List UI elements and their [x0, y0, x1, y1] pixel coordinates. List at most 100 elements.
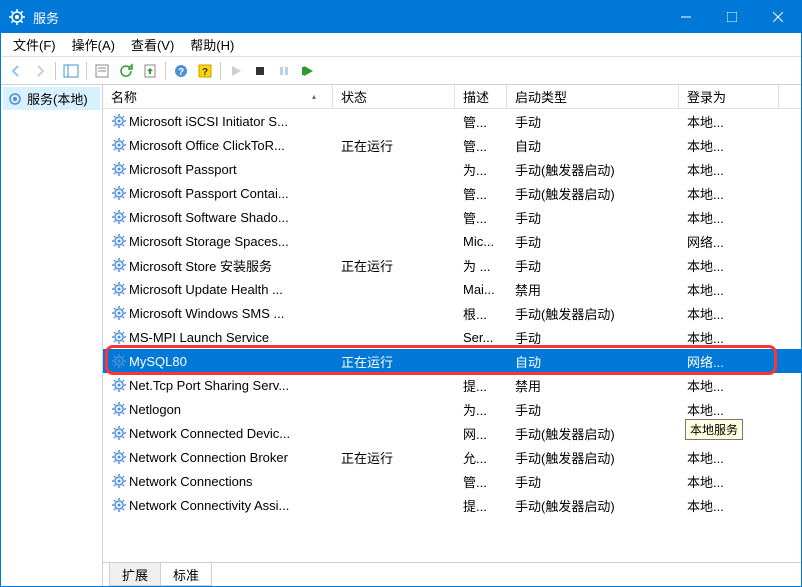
service-row[interactable]: Microsoft Storage Spaces...Mic...手动网络... — [103, 229, 801, 253]
back-button — [5, 60, 27, 82]
cell-desc: 管... — [455, 136, 507, 155]
show-hide-tree-button[interactable] — [60, 60, 82, 82]
service-row[interactable]: MySQL80正在运行自动网络... — [103, 349, 801, 373]
cell-name: Network Connected Devic... — [103, 425, 333, 441]
cell-name: MS-MPI Launch Service — [103, 329, 333, 345]
service-row[interactable]: Microsoft iSCSI Initiator S...管...手动本地..… — [103, 109, 801, 133]
refresh-button[interactable] — [115, 60, 137, 82]
column-startup[interactable]: 启动类型 — [507, 85, 679, 108]
cell-name: Network Connection Broker — [103, 449, 333, 465]
window-title: 服务 — [33, 8, 663, 27]
cell-desc: Mai... — [455, 282, 507, 297]
cell-desc: 提... — [455, 496, 507, 515]
list-body[interactable]: Microsoft iSCSI Initiator S...管...手动本地..… — [103, 109, 801, 562]
cell-logon: 本地... — [679, 496, 779, 515]
service-row[interactable]: Microsoft Office ClickToR...正在运行管...自动本地… — [103, 133, 801, 157]
service-row[interactable]: Microsoft Passport为...手动(触发器启动)本地... — [103, 157, 801, 181]
toolbar-separator — [165, 62, 166, 80]
restart-service-button[interactable] — [297, 60, 319, 82]
menu-action[interactable]: 操作(A) — [64, 33, 123, 56]
service-row[interactable]: Net.Tcp Port Sharing Serv...提...禁用本地... — [103, 373, 801, 397]
cell-desc: 允... — [455, 448, 507, 467]
help-button[interactable]: ? — [170, 60, 192, 82]
cell-logon: 本地... — [679, 184, 779, 203]
column-logon[interactable]: 登录为 — [679, 85, 779, 108]
close-button[interactable] — [755, 1, 801, 33]
tabs: 扩展 标准 — [103, 562, 801, 586]
menu-file[interactable]: 文件(F) — [5, 33, 64, 56]
cell-name: Microsoft Update Health ... — [103, 281, 333, 297]
cell-status: 正在运行 — [333, 352, 455, 371]
forward-button — [29, 60, 51, 82]
cell-startup: 手动 — [507, 112, 679, 131]
column-name[interactable]: 名称 — [103, 85, 333, 108]
cell-desc: 管... — [455, 208, 507, 227]
service-row[interactable]: Microsoft Software Shado...管...手动本地... — [103, 205, 801, 229]
cell-logon: 本地... — [679, 328, 779, 347]
column-description[interactable]: 描述 — [455, 85, 507, 108]
service-row[interactable]: Microsoft Store 安装服务正在运行为 ...手动本地... — [103, 253, 801, 277]
cell-startup: 自动 — [507, 136, 679, 155]
cell-startup: 禁用 — [507, 280, 679, 299]
content-area: 名称 状态 描述 启动类型 登录为 Microsoft iSCSI Initia… — [103, 85, 801, 586]
cell-logon: 网络... — [679, 352, 779, 371]
cell-desc: 为 ... — [455, 256, 507, 275]
service-row[interactable]: MS-MPI Launch ServiceSer...手动本地... — [103, 325, 801, 349]
cell-name: Network Connections — [103, 473, 333, 489]
service-row[interactable]: Network Connectivity Assi...提...手动(触发器启动… — [103, 493, 801, 517]
menubar: 文件(F) 操作(A) 查看(V) 帮助(H) — [1, 33, 801, 57]
cell-desc: Mic... — [455, 234, 507, 249]
menu-view[interactable]: 查看(V) — [123, 33, 182, 56]
service-row[interactable]: Microsoft Windows SMS ...根...手动(触发器启动)本地… — [103, 301, 801, 325]
cell-name: Microsoft Passport Contai... — [103, 185, 333, 201]
cell-desc: 提... — [455, 376, 507, 395]
maximize-button[interactable] — [709, 1, 755, 33]
cell-name: Microsoft Storage Spaces... — [103, 233, 333, 249]
column-status[interactable]: 状态 — [333, 85, 455, 108]
svg-text:?: ? — [178, 67, 184, 78]
minimize-button[interactable] — [663, 1, 709, 33]
pause-service-button — [273, 60, 295, 82]
cell-desc: 根... — [455, 304, 507, 323]
cell-startup: 禁用 — [507, 376, 679, 395]
tree-root-services[interactable]: 服务(本地) — [3, 87, 100, 110]
help2-button[interactable]: ? — [194, 60, 216, 82]
toolbar-separator — [220, 62, 221, 80]
cell-status: 正在运行 — [333, 256, 455, 275]
service-row[interactable]: Network Connection Broker正在运行允...手动(触发器启… — [103, 445, 801, 469]
service-row[interactable]: Netlogon为...手动本地... — [103, 397, 801, 421]
cell-name: Microsoft Windows SMS ... — [103, 305, 333, 321]
cell-logon: 本地... — [679, 400, 779, 419]
cell-desc: 为... — [455, 160, 507, 179]
cell-startup: 手动 — [507, 208, 679, 227]
titlebar[interactable]: 服务 — [1, 1, 801, 33]
tab-extended[interactable]: 扩展 — [109, 563, 161, 586]
cell-logon: 本地... — [679, 208, 779, 227]
cell-startup: 手动 — [507, 256, 679, 275]
start-service-button — [225, 60, 247, 82]
cell-desc: 网... — [455, 424, 507, 443]
tab-standard[interactable]: 标准 — [160, 563, 212, 586]
toolbar: ? ? — [1, 57, 801, 85]
cell-status: 正在运行 — [333, 136, 455, 155]
cell-startup: 手动 — [507, 400, 679, 419]
service-row[interactable]: Microsoft Passport Contai...管...手动(触发器启动… — [103, 181, 801, 205]
tooltip: 本地服务 — [685, 419, 743, 440]
list-header: 名称 状态 描述 启动类型 登录为 — [103, 85, 801, 109]
stop-service-button[interactable] — [249, 60, 271, 82]
svg-text:?: ? — [202, 67, 208, 78]
cell-status: 正在运行 — [333, 448, 455, 467]
cell-startup: 手动(触发器启动) — [507, 448, 679, 467]
cell-logon: 本地... — [679, 376, 779, 395]
cell-logon: 本地... — [679, 304, 779, 323]
menu-help[interactable]: 帮助(H) — [182, 33, 242, 56]
toolbar-separator — [86, 62, 87, 80]
cell-logon: 本地... — [679, 136, 779, 155]
service-row[interactable]: Microsoft Update Health ...Mai...禁用本地... — [103, 277, 801, 301]
export-button[interactable] — [139, 60, 161, 82]
tree-panel[interactable]: 服务(本地) — [1, 85, 103, 586]
service-row[interactable]: Network Connections管...手动本地... — [103, 469, 801, 493]
properties-button[interactable] — [91, 60, 113, 82]
cell-name: Microsoft Passport — [103, 161, 333, 177]
cell-name: MySQL80 — [103, 353, 333, 369]
